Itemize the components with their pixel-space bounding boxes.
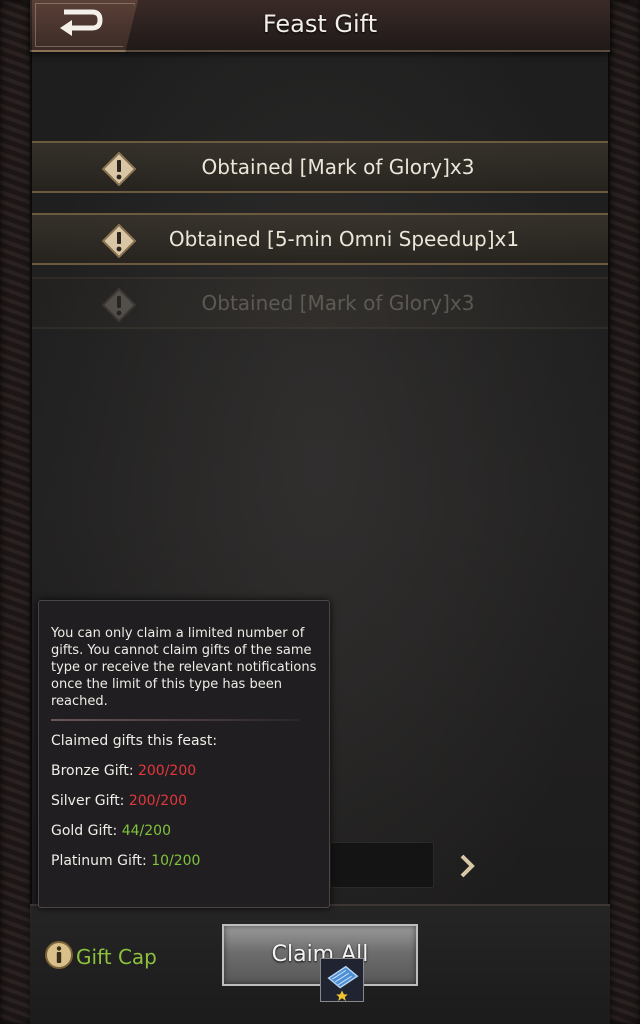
notification-text: Obtained [5-min Omni Speedup]x1 — [168, 227, 520, 251]
tooltip-divider — [51, 719, 299, 721]
info-icon[interactable] — [44, 940, 74, 970]
gift-limit-tooltip: You can only claim a limited number of g… — [38, 600, 330, 908]
gift-row-gold: Gold Gift: 44/200 — [51, 823, 317, 839]
chevron-right-icon[interactable] — [456, 852, 478, 880]
gift-chip-icon — [320, 958, 364, 1002]
gift-label: Gold Gift: — [51, 823, 122, 839]
hidden-field — [330, 842, 434, 888]
right-border — [610, 0, 640, 1024]
gift-label: Platinum Gift: — [51, 853, 152, 869]
notification-text: Obtained [Mark of Glory]x3 — [201, 155, 475, 179]
gift-count: 10/200 — [151, 853, 201, 869]
tooltip-heading: Claimed gifts this feast: — [51, 733, 218, 749]
tooltip-description: You can only claim a limited number of g… — [51, 626, 317, 709]
notification-row: Obtained [Mark of Glory]x3 — [32, 277, 608, 329]
notification-row: Obtained [5-min Omni Speedup]x1 — [32, 213, 608, 265]
back-arrow-icon — [60, 9, 103, 36]
notification-text: Obtained [Mark of Glory]x3 — [201, 291, 475, 315]
gift-row-bronze: Bronze Gift: 200/200 — [51, 763, 317, 779]
gift-cap-link[interactable]: Gift Cap — [76, 945, 157, 969]
gift-label: Silver Gift: — [51, 793, 129, 809]
notification-row: Obtained [Mark of Glory]x3 — [32, 141, 608, 193]
left-border — [0, 0, 32, 1024]
back-button[interactable] — [32, 0, 138, 52]
gift-count: 200/200 — [137, 763, 197, 779]
gift-row-platinum: Platinum Gift: 10/200 — [51, 853, 317, 869]
gift-label: Bronze Gift: — [51, 763, 138, 779]
gift-count: 200/200 — [128, 793, 188, 809]
gift-row-silver: Silver Gift: 200/200 — [51, 793, 317, 809]
gift-count: 44/200 — [121, 823, 171, 839]
